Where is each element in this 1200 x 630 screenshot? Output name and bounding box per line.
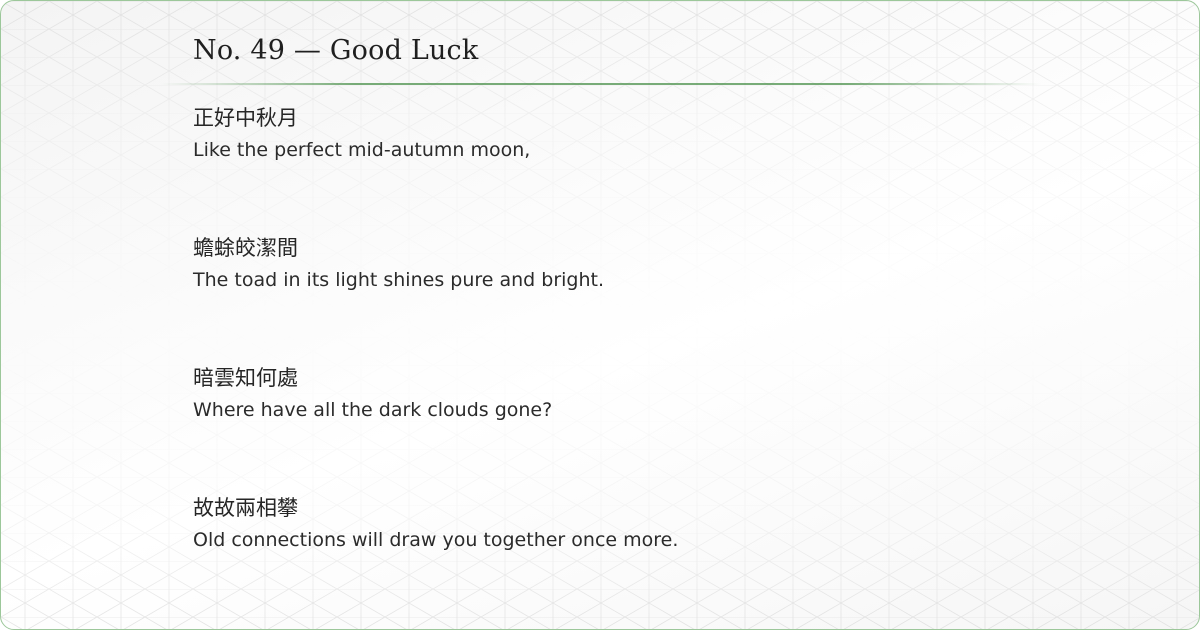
verse-block: 蟾蜍皎潔間 The toad in its light shines pure … (193, 233, 1013, 293)
fortune-card: No. 49 — Good Luck 正好中秋月 Like the perfec… (0, 0, 1200, 630)
verse-block: 暗雲知何處 Where have all the dark clouds gon… (193, 363, 1013, 423)
title-divider (161, 83, 1041, 85)
verse-chinese-line: 暗雲知何處 (193, 366, 298, 390)
verse-chinese-line: 正好中秋月 (193, 106, 298, 130)
verse-english-translation: The toad in its light shines pure and br… (193, 269, 605, 291)
verse-chinese-line: 故故兩相攀 (193, 496, 298, 520)
verse-block: 故故兩相攀 Old connections will draw you toge… (193, 493, 1013, 553)
verse-english-translation: Where have all the dark clouds gone? (193, 399, 553, 421)
verse-chinese-line: 蟾蜍皎潔間 (193, 236, 298, 260)
card-title: No. 49 — Good Luck (193, 35, 479, 66)
verse-english-translation: Old connections will draw you together o… (193, 529, 679, 551)
verse-block: 正好中秋月 Like the perfect mid-autumn moon, (193, 103, 1013, 163)
verse-english-translation: Like the perfect mid-autumn moon, (193, 139, 531, 161)
